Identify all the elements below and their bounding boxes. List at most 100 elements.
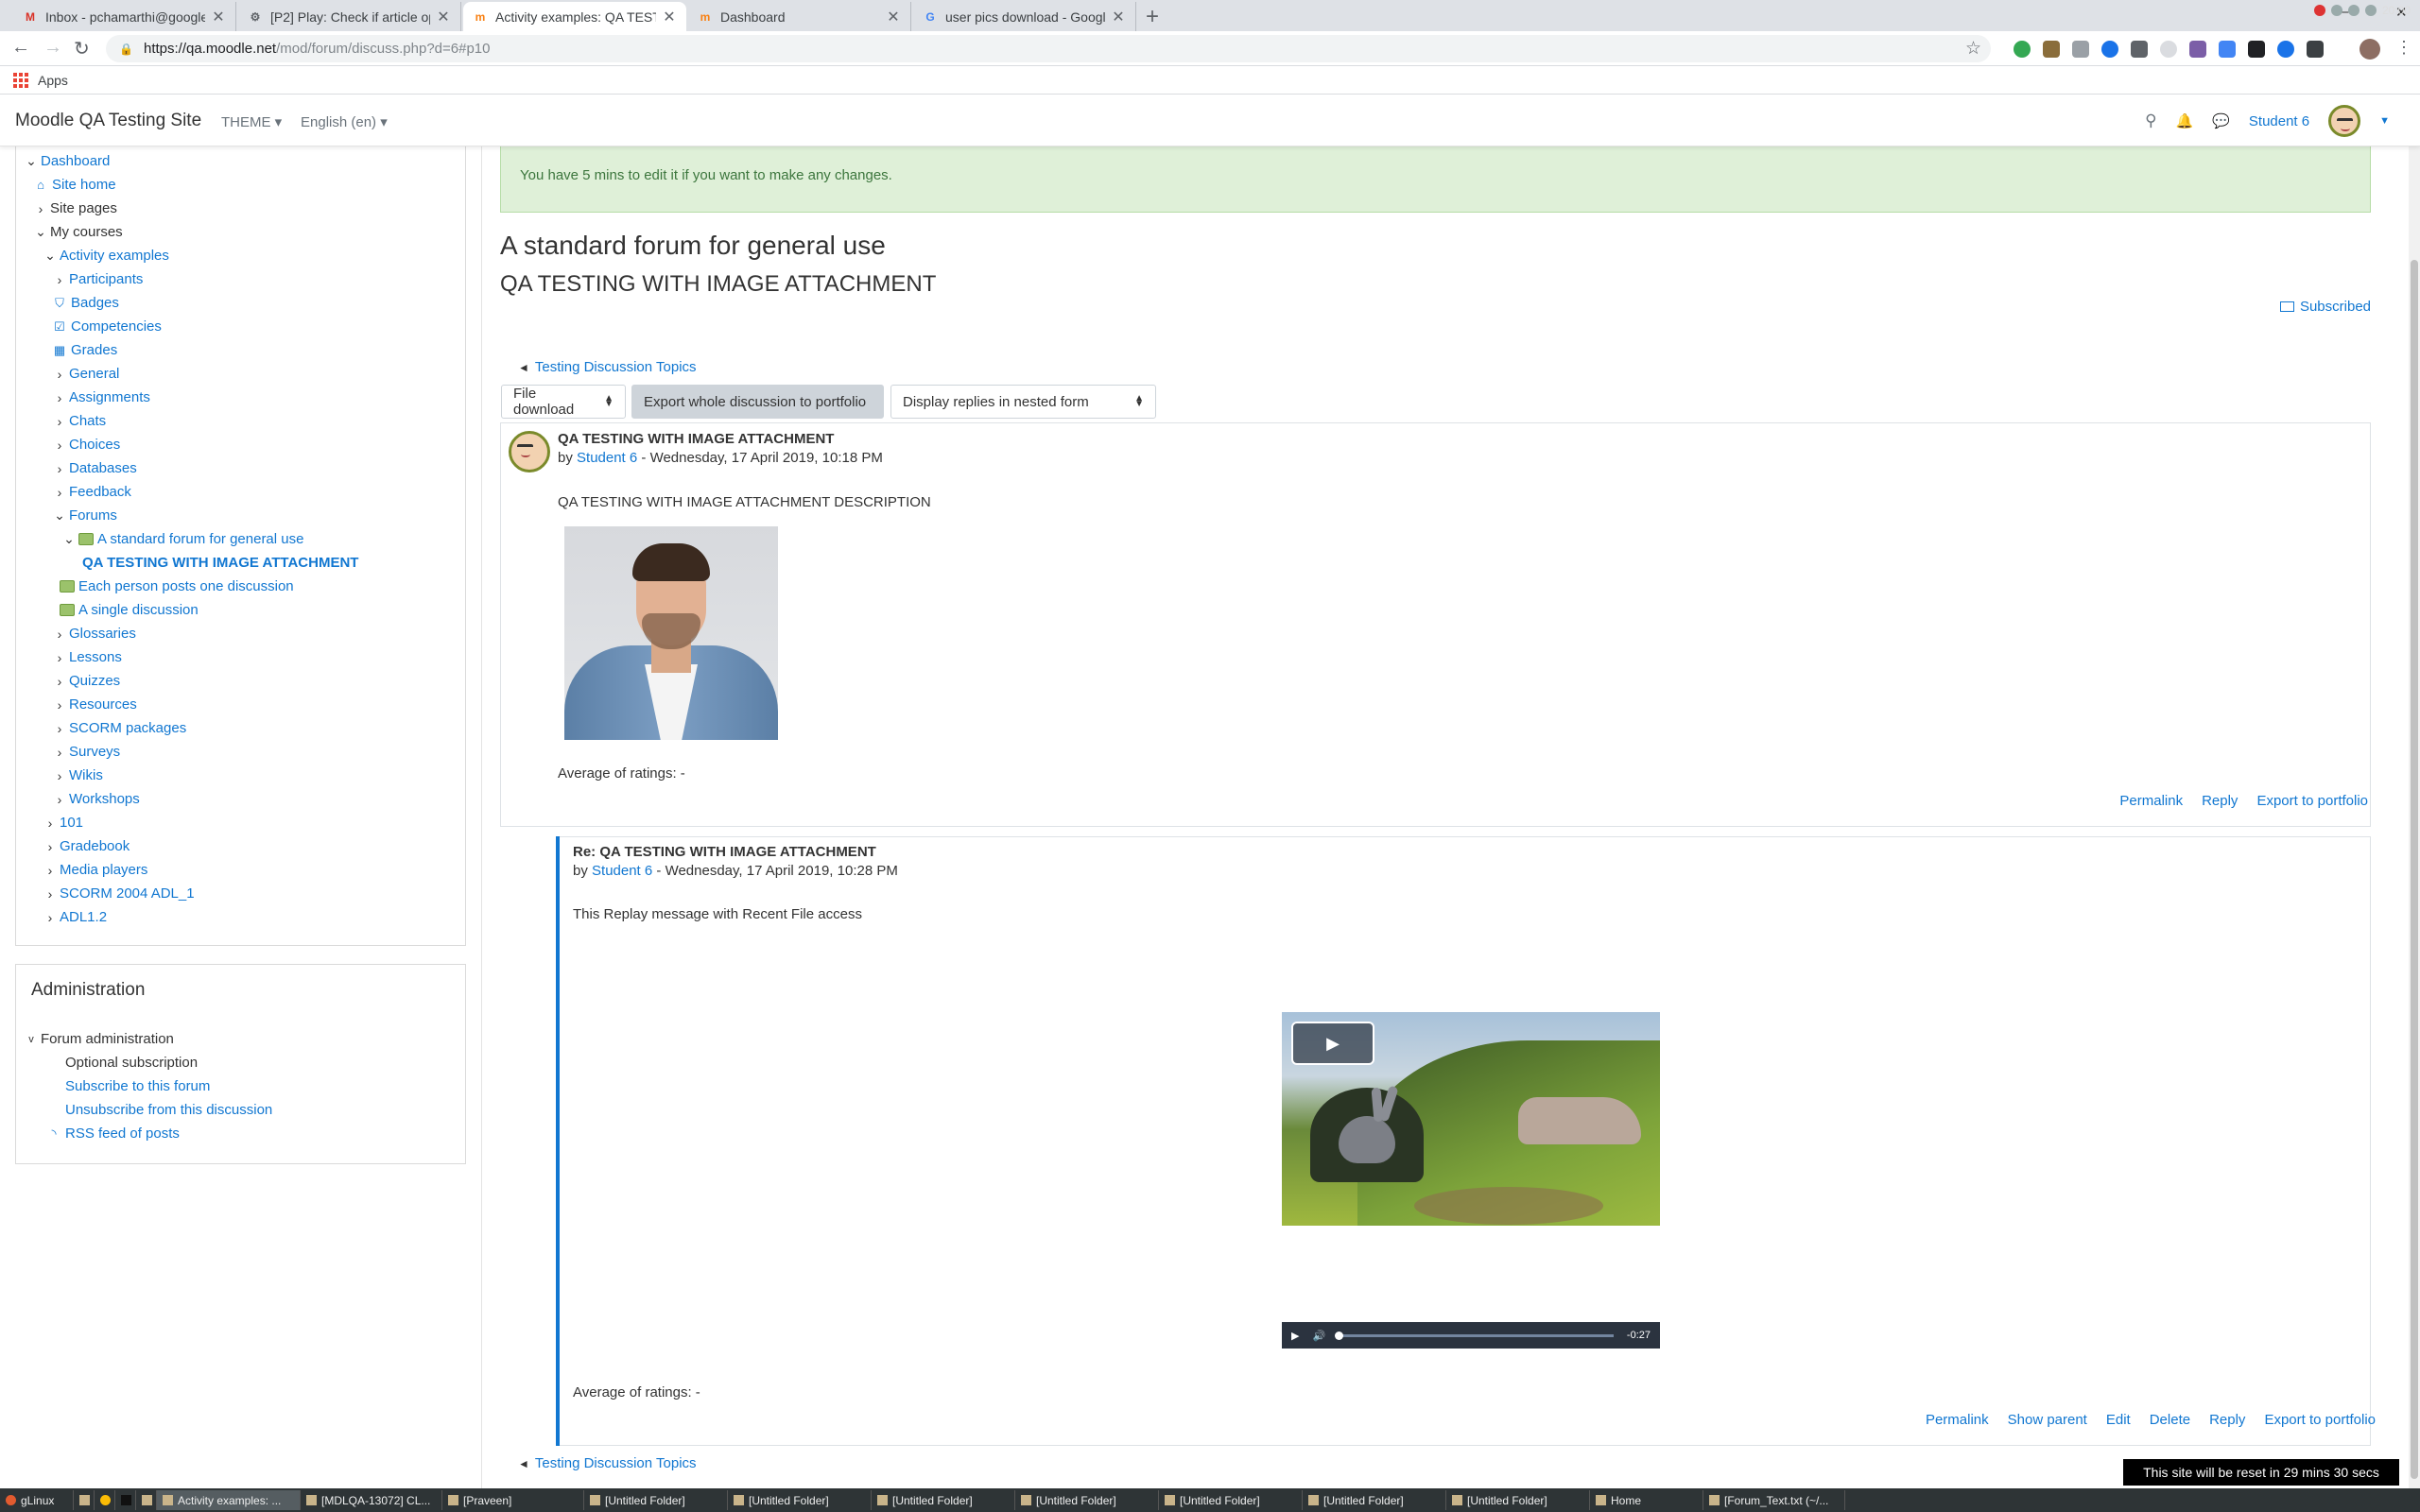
subscribe-forum-link[interactable]: Subscribe to this forum — [65, 1078, 210, 1094]
chevron-down-icon[interactable]: ⌄ — [52, 507, 67, 524]
chevron-right-icon[interactable]: › — [43, 839, 58, 854]
extension-icon[interactable] — [2219, 41, 2236, 58]
page-scrollbar[interactable] — [2409, 146, 2420, 1488]
tray-volume-icon[interactable] — [2347, 5, 2360, 16]
taskbar-window[interactable]: [Untitled Folder] — [1159, 1490, 1303, 1510]
sidebar-item-a-single-discussion[interactable]: A single discussion — [60, 602, 199, 618]
sidebar-item-lessons[interactable]: › Lessons — [52, 649, 122, 665]
sidebar-item-competencies[interactable]: ☑ Competencies — [52, 318, 162, 335]
export-discussion-button[interactable]: Export whole discussion to portfolio — [631, 385, 884, 419]
permalink-link[interactable]: Permalink — [1926, 1412, 1989, 1428]
chevron-right-icon[interactable]: › — [52, 438, 67, 453]
sidebar-item-activity-examples[interactable]: ⌄ Activity examples — [43, 248, 169, 264]
chevron-right-icon[interactable]: › — [33, 201, 48, 216]
apps-shortcut[interactable]: Apps — [13, 73, 68, 88]
chevron-right-icon[interactable]: › — [52, 674, 67, 689]
sidebar-item-badges[interactable]: ⛉ Badges — [52, 295, 119, 311]
tray-battery-icon[interactable] — [2364, 5, 2377, 16]
portfolio-select[interactable]: File download ▲ ▼ — [501, 385, 626, 419]
tray-google-icon[interactable] — [2313, 5, 2325, 16]
scrollbar-thumb[interactable] — [2411, 260, 2418, 1479]
caret-down-icon[interactable]: ▼ — [2379, 115, 2390, 127]
export-portfolio-link[interactable]: Export to portfolio — [2256, 793, 2368, 809]
chevron-right-icon[interactable]: › — [52, 721, 67, 736]
sidebar-item-grades[interactable]: ▦ Grades — [52, 342, 117, 358]
close-icon[interactable]: ✕ — [436, 8, 451, 26]
user-menu-name[interactable]: Student 6 — [2249, 113, 2309, 129]
chevron-right-icon[interactable]: › — [52, 367, 67, 382]
folder-launcher[interactable] — [136, 1490, 157, 1510]
taskbar-window[interactable]: [Forum_Text.txt (~/... — [1703, 1490, 1845, 1510]
close-icon[interactable]: ✕ — [1111, 8, 1126, 26]
chevron-right-icon[interactable]: › — [52, 390, 67, 405]
sidebar-item-databases[interactable]: › Databases — [52, 460, 137, 476]
show-parent-link[interactable]: Show parent — [2008, 1412, 2087, 1428]
theme-menu[interactable]: THEME ▾ — [221, 113, 282, 130]
back-icon[interactable]: ← — [11, 37, 30, 59]
chevron-right-icon[interactable]: › — [52, 650, 67, 665]
play-icon[interactable]: ▶ — [1291, 1330, 1299, 1342]
sidebar-item-forums[interactable]: ⌄ Forums — [52, 507, 117, 524]
address-bar[interactable]: 🔒 https://qa.moodle.net/mod/forum/discus… — [106, 35, 1991, 62]
tab-activity-examples[interactable]: m Activity examples: QA TESTI ✕ — [463, 2, 686, 31]
chevron-right-icon[interactable]: › — [43, 910, 58, 925]
tab-google-search[interactable]: G user pics download - Google ✕ — [913, 2, 1136, 31]
taskbar-window[interactable]: Home — [1590, 1490, 1703, 1510]
extension-icon[interactable] — [2072, 41, 2089, 58]
sidebar-item-feedback[interactable]: › Feedback — [52, 484, 131, 500]
reply-link[interactable]: Reply — [2202, 793, 2238, 809]
video-player[interactable]: ▶ — [1282, 1012, 1660, 1226]
edit-link[interactable]: Edit — [2106, 1412, 2131, 1428]
taskbar-window[interactable]: [Untitled Folder] — [728, 1490, 872, 1510]
chevron-right-icon[interactable]: › — [52, 627, 67, 642]
post-author-avatar[interactable] — [509, 431, 550, 472]
progress-bar[interactable] — [1335, 1331, 1614, 1340]
tab-p2-play[interactable]: ⚙ [P2] Play: Check if article op ✕ — [238, 2, 461, 31]
taskbar-window[interactable]: [Untitled Folder] — [1446, 1490, 1590, 1510]
chevron-right-icon[interactable]: › — [52, 745, 67, 760]
site-name[interactable]: Moodle QA Testing Site — [15, 111, 201, 131]
chevron-right-icon[interactable]: › — [52, 792, 67, 807]
reply-link[interactable]: Reply — [2209, 1412, 2245, 1428]
sidebar-item-chats[interactable]: › Chats — [52, 413, 107, 429]
tray-network-icon[interactable] — [2330, 5, 2342, 16]
start-menu-button[interactable]: gLinux — [0, 1490, 74, 1510]
forum-administration[interactable]: v Forum administration — [24, 1031, 174, 1047]
taskbar-window[interactable]: [Untitled Folder] — [872, 1490, 1015, 1510]
export-portfolio-link[interactable]: Export to portfolio — [2264, 1412, 2376, 1428]
close-icon[interactable]: ✕ — [886, 8, 901, 26]
taskbar-window[interactable]: [Untitled Folder] — [1015, 1490, 1159, 1510]
chevron-down-icon[interactable]: ⌄ — [43, 248, 58, 264]
extension-icon[interactable] — [2101, 41, 2118, 58]
extension-icon[interactable] — [2189, 41, 2206, 58]
chevron-right-icon[interactable]: › — [52, 485, 67, 500]
sidebar-item-assignments[interactable]: › Assignments — [52, 389, 150, 405]
chevron-right-icon[interactable]: › — [52, 768, 67, 783]
taskbar-window[interactable]: [Praveen] — [442, 1490, 584, 1510]
new-tab-button[interactable]: + — [1146, 4, 1159, 30]
taskbar-window[interactable]: [MDLQA-13072] CL... — [301, 1490, 442, 1510]
taskbar-window[interactable]: Activity examples: ... — [157, 1490, 301, 1510]
back-to-discussion-topics-bottom[interactable]: ◄ Testing Discussion Topics — [518, 1455, 697, 1471]
messages-icon[interactable]: 💬 — [2212, 112, 2230, 129]
sidebar-item-resources[interactable]: › Resources — [52, 696, 137, 713]
attached-image[interactable] — [564, 526, 778, 740]
sidebar-item-each-person-posts-one-discussion[interactable]: Each person posts one discussion — [60, 578, 294, 594]
chevron-right-icon[interactable]: › — [52, 414, 67, 429]
sidebar-item-site-home[interactable]: ⌂ Site home — [33, 177, 115, 193]
chevron-down-icon[interactable]: ⌄ — [61, 531, 77, 547]
extension-icon[interactable] — [2043, 41, 2060, 58]
chevron-right-icon[interactable]: › — [43, 886, 58, 902]
permalink-link[interactable]: Permalink — [2119, 793, 2183, 809]
tab-dashboard[interactable]: m Dashboard ✕ — [688, 2, 911, 31]
sidebar-item-adl1-2[interactable]: › ADL1.2 — [43, 909, 107, 925]
progress-handle[interactable] — [1335, 1331, 1344, 1340]
sidebar-item-gradebook[interactable]: › Gradebook — [43, 838, 130, 854]
profile-avatar[interactable] — [2360, 39, 2380, 60]
sidebar-item-scorm-2004-adl-1[interactable]: › SCORM 2004 ADL_1 — [43, 885, 195, 902]
search-icon[interactable]: ⚲ — [2145, 112, 2156, 130]
language-menu[interactable]: English (en) ▾ — [301, 113, 388, 130]
extension-icon[interactable] — [2307, 41, 2324, 58]
close-icon[interactable]: ✕ — [211, 8, 226, 26]
sidebar-item-general[interactable]: › General — [52, 366, 120, 382]
